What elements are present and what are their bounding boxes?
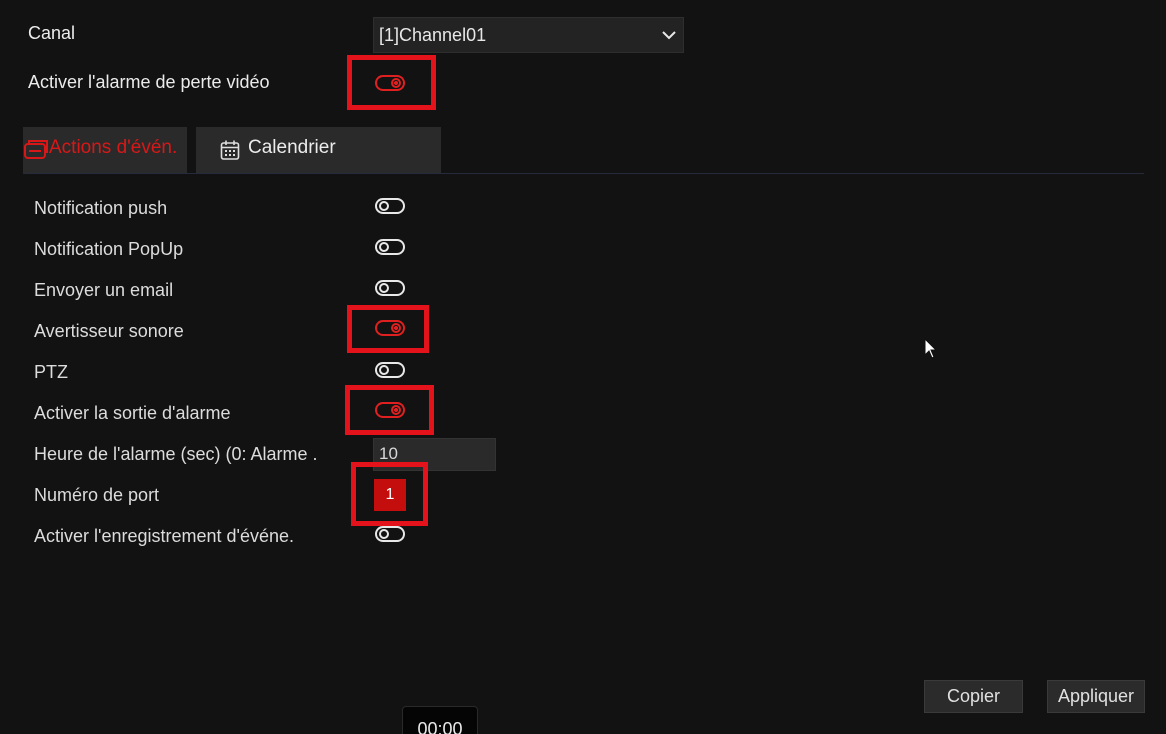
tab-event-actions[interactable]: Actions d'évén. [23, 127, 187, 173]
tab-event-actions-label: Actions d'évén. [49, 137, 178, 158]
buzzer-label: Avertisseur sonore [34, 321, 184, 341]
push-notification-toggle[interactable] [375, 198, 405, 214]
tab-calendar-label: Calendrier [248, 137, 336, 158]
toggle-knob [391, 323, 401, 333]
push-notification-label: Notification push [34, 198, 168, 218]
calendar-icon [220, 140, 240, 160]
copy-button[interactable]: Copier [924, 680, 1023, 713]
canal-label: Canal [28, 23, 76, 43]
video-loss-toggle[interactable] [375, 75, 405, 91]
toggle-knob [379, 283, 389, 293]
port-number-selector[interactable]: 1 [374, 479, 406, 511]
port-number-label: Numéro de port [34, 485, 160, 505]
send-email-label: Envoyer un email [34, 280, 174, 300]
toggle-knob [379, 529, 389, 539]
toggle-knob [379, 242, 389, 252]
ptz-toggle[interactable] [375, 362, 405, 378]
mouse-cursor-icon [924, 338, 938, 359]
popup-notification-label: Notification PopUp [34, 239, 184, 259]
tab-calendar[interactable]: Calendrier [196, 127, 441, 173]
toggle-knob [379, 201, 389, 211]
event-recording-label: Activer l'enregistrement d'événe. [34, 526, 294, 546]
ptz-label: PTZ [34, 362, 68, 382]
toggle-knob [391, 405, 401, 415]
alarm-time-value: 10 [379, 444, 398, 463]
event-recording-toggle[interactable] [375, 526, 405, 542]
channel-select[interactable]: [1]Channel01 [373, 17, 684, 53]
tab-divider [23, 173, 1144, 174]
alarm-settings-page: Canal [1]Channel01 Activer l'alarme de p… [0, 0, 1166, 734]
send-email-toggle[interactable] [375, 280, 405, 296]
video-loss-label: Activer l'alarme de perte vidéo [28, 72, 270, 92]
alarm-output-label: Activer la sortie d'alarme [34, 403, 231, 423]
toggle-knob [391, 78, 401, 88]
event-actions-icon [24, 140, 48, 159]
toggle-knob [379, 365, 389, 375]
time-chip: 00:00 [402, 706, 478, 734]
chevron-down-icon [662, 31, 676, 40]
apply-button[interactable]: Appliquer [1047, 680, 1145, 713]
channel-select-value: [1]Channel01 [379, 25, 487, 45]
popup-notification-toggle[interactable] [375, 239, 405, 255]
alarm-output-toggle[interactable] [375, 402, 405, 418]
buzzer-toggle[interactable] [375, 320, 405, 336]
port-number-value: 1 [385, 486, 395, 503]
alarm-time-label: Heure de l'alarme (sec) (0: Alarme . [34, 444, 318, 464]
